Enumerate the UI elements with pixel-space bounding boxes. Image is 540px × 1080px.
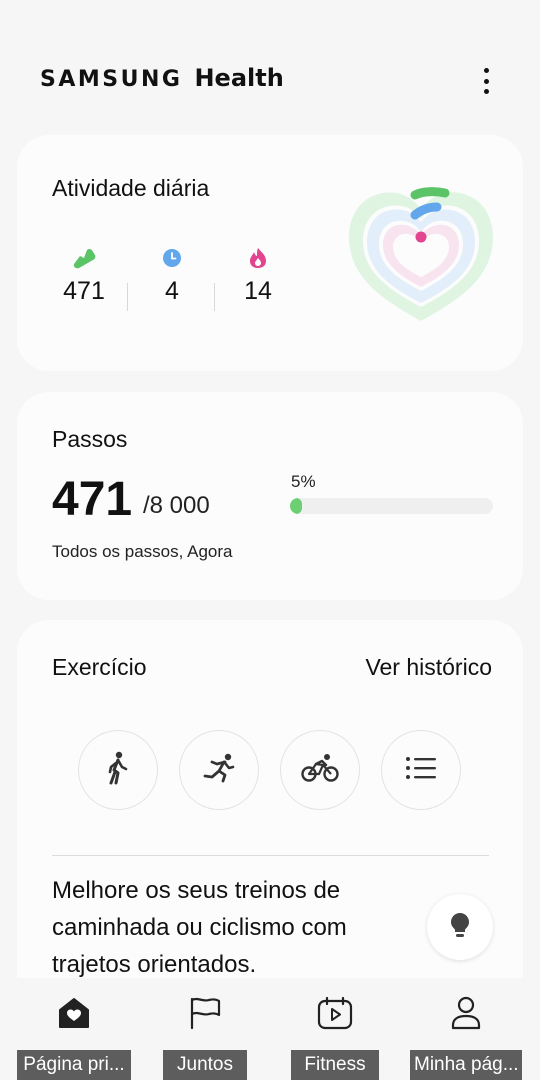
steps-value: 471 (63, 277, 105, 305)
steps-metric: 471 (44, 245, 124, 306)
nav-fitness-label: Fitness (291, 1050, 379, 1080)
more-vertical-icon-dot (483, 68, 489, 73)
more-vertical-icon-dot (483, 89, 489, 94)
flame-icon (218, 245, 298, 271)
steps-title: Passos (52, 426, 128, 452)
app-header: SAMSUNG Health (0, 0, 540, 130)
lightbulb-icon (450, 912, 470, 943)
nav-my-page-label: Minha pág... (410, 1050, 522, 1080)
exercise-title: Exercício (52, 654, 147, 680)
nav-together-label: Juntos (163, 1050, 247, 1080)
nav-together[interactable]: Juntos (145, 994, 265, 1080)
steps-count: 471 (52, 473, 133, 526)
exercise-card: Exercício Ver histórico Melhore os seus … (17, 620, 523, 1000)
cycling-button[interactable] (280, 730, 360, 810)
view-history-link[interactable]: Ver histórico (365, 654, 492, 681)
active-time-metric: 4 (132, 245, 212, 306)
walking-button[interactable] (78, 730, 158, 810)
running-icon (202, 753, 236, 788)
active-time-value: 4 (165, 277, 179, 305)
nav-home[interactable]: Página pri... (14, 994, 134, 1080)
metric-divider (214, 283, 215, 311)
more-options-button[interactable] (474, 64, 498, 98)
nav-fitness[interactable]: Fitness (275, 994, 395, 1080)
calories-metric: 14 (218, 245, 298, 306)
steps-goal: /8 000 (143, 492, 210, 519)
home-heart-icon (14, 994, 134, 1032)
app-logo: SAMSUNG Health (40, 64, 284, 92)
walking-icon (105, 751, 131, 790)
steps-progress-fill (290, 498, 302, 514)
bottom-navigation: Página pri... Juntos Fitness Minha pág..… (0, 978, 540, 1080)
more-vertical-icon-dot (483, 78, 489, 84)
steps-shoe-icon (44, 245, 124, 271)
steps-card[interactable]: Passos 471 /8 000 Todos os passos, Agora… (17, 392, 523, 600)
steps-subtitle: Todos os passos, Agora (52, 542, 233, 561)
daily-activity-card[interactable]: Atividade diária 471 4 14 (17, 135, 523, 371)
guided-routes-tip: Melhore os seus treinos de caminhada ou … (52, 877, 347, 978)
metric-divider (127, 283, 128, 311)
person-icon (406, 994, 526, 1032)
brand-name: SAMSUNG (40, 67, 183, 92)
steps-progress-percent: 5% (291, 472, 316, 491)
list-icon (405, 756, 437, 785)
cycling-icon (301, 753, 339, 788)
activity-heart-ring (345, 185, 497, 327)
flag-icon (145, 994, 265, 1032)
calendar-play-icon (275, 994, 395, 1032)
tip-button[interactable] (427, 894, 493, 960)
exercise-divider (52, 855, 489, 856)
nav-home-label: Página pri... (17, 1050, 131, 1080)
clock-icon (132, 245, 212, 271)
steps-progress-bar (290, 498, 493, 514)
more-workouts-button[interactable] (381, 730, 461, 810)
running-button[interactable] (179, 730, 259, 810)
calories-value: 14 (244, 277, 272, 305)
nav-my-page[interactable]: Minha pág... (406, 994, 526, 1080)
product-name: Health (194, 64, 284, 92)
daily-activity-title: Atividade diária (52, 175, 210, 201)
